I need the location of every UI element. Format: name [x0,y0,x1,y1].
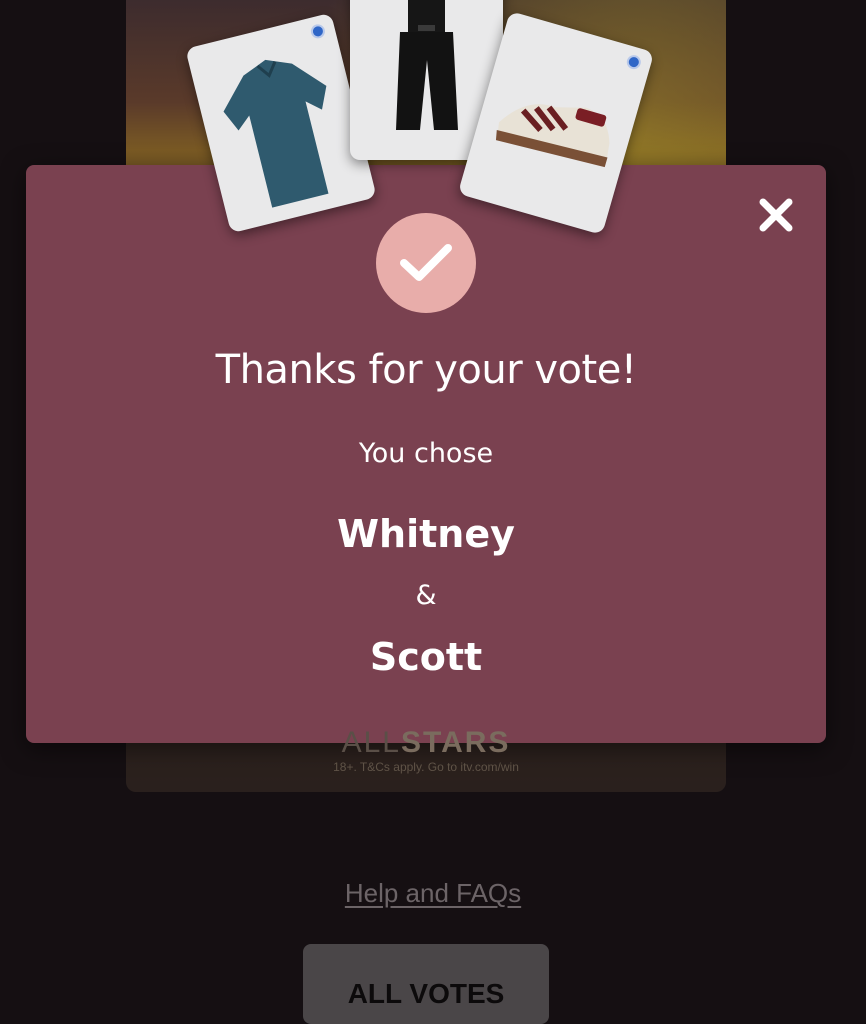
close-button[interactable] [754,193,798,237]
chosen-name-2: Scott [369,635,483,679]
promo-title-light: ALL [341,726,401,759]
chosen-name-1: Whitney [337,512,515,556]
ampersand: & [415,580,437,611]
terms-text: 18+. T&Cs apply. Go to itv.com/win [333,760,519,774]
close-icon[interactable] [757,196,795,234]
promo-title: ALLSTARS [126,726,726,760]
all-votes-button[interactable]: ALL VOTES [303,944,549,1024]
vote-confirmation-modal: Thanks for your vote! You chose Whitney … [26,165,826,743]
check-badge [376,213,476,313]
help-faqs-link[interactable]: Help and FAQs [0,878,866,909]
promo-title-bold: STARS [400,726,511,759]
modal-title: Thanks for your vote! [215,347,637,393]
modal-subtitle: You chose [358,438,494,469]
check-icon [400,244,452,281]
